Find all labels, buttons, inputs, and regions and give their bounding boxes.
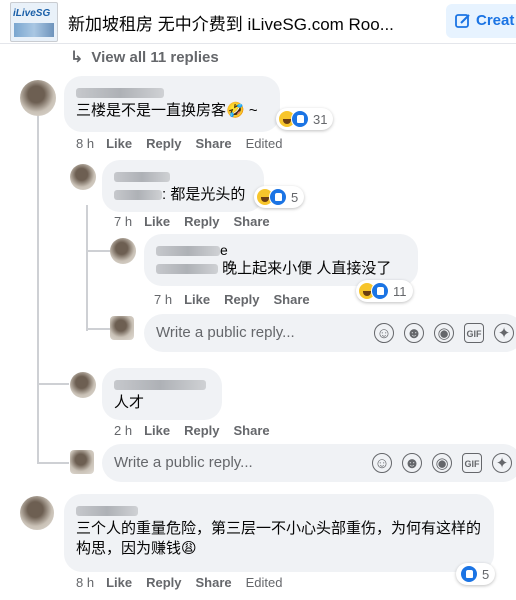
like-reaction-icon — [371, 282, 389, 300]
like-reaction-icon — [291, 110, 309, 128]
reaction-summary[interactable]: 11 — [356, 280, 413, 302]
sticker-icon[interactable]: ☺ — [372, 453, 392, 473]
comment-text: 三个人的重量危险，第三层一不小心头部重伤，为何有这样的构思，因为赚钱😩 — [76, 520, 482, 557]
comment-bubble: 三楼是不是一直换房客🤣 ~ — [64, 76, 280, 132]
reply-button[interactable]: Reply — [146, 575, 181, 590]
avatar-sticker-icon[interactable]: ✦ — [494, 323, 514, 343]
comment-text: : 都是光头的 — [114, 185, 252, 205]
comment-bubble: : 都是光头的 — [102, 160, 264, 212]
composer-icons: ☺ ☻ ◉ GIF ✦ — [374, 323, 514, 343]
comment-time[interactable]: 2 h — [114, 423, 132, 438]
reply-input[interactable]: Write a public reply... ☺ ☻ ◉ GIF ✦ — [144, 314, 516, 352]
thread-line — [86, 328, 110, 330]
group-header: iLiveSG 新加坡租房 无中介费到 iLiveSG.com Roo... C… — [0, 0, 516, 44]
thread-line — [37, 462, 69, 464]
view-all-label: View all 11 replies — [91, 49, 219, 66]
comment-body: 晚上起来小便 人直接没了 — [222, 260, 392, 277]
like-button[interactable]: Like — [144, 423, 170, 438]
comment-actions: 7 h Like Reply Share — [114, 214, 284, 229]
comment-actions: 7 h Like Reply Share — [154, 292, 324, 307]
create-post-button[interactable]: Creat — [446, 4, 516, 38]
avatar[interactable] — [20, 496, 54, 530]
like-button[interactable]: Like — [106, 136, 132, 151]
edited-label: Edited — [245, 575, 283, 590]
emoji-icon[interactable]: ☻ — [404, 323, 424, 343]
comment-actions: 2 h Like Reply Share — [114, 423, 284, 438]
mentioned-name[interactable] — [114, 190, 162, 201]
current-user-avatar — [70, 450, 94, 474]
like-reaction-icon — [269, 188, 287, 206]
comment-actions: 8 h Like Reply Share Edited — [76, 136, 297, 151]
like-button[interactable]: Like — [184, 292, 210, 307]
mentioned-name[interactable] — [156, 264, 218, 275]
share-button[interactable]: Share — [234, 214, 270, 229]
group-logo[interactable]: iLiveSG — [10, 2, 58, 42]
thread-line — [37, 112, 39, 464]
comment-bubble: 人才 — [102, 368, 222, 420]
thread-line — [86, 250, 110, 252]
group-title[interactable]: 新加坡租房 无中介费到 iLiveSG.com Roo... — [68, 10, 438, 35]
composer-icons: ☺ ☻ ◉ GIF ✦ — [372, 453, 512, 473]
reply-button[interactable]: Reply — [184, 423, 219, 438]
comment-text: 三楼是不是一直换房客🤣 ~ — [76, 102, 258, 119]
reply-input-placeholder: Write a public reply... — [156, 324, 295, 341]
reaction-count: 11 — [393, 283, 407, 299]
commenter-name-tail: e — [220, 242, 228, 258]
reply-input[interactable]: Write a public reply... ☺ ☻ ◉ GIF ✦ — [102, 444, 516, 482]
emoji-icon[interactable]: ☻ — [402, 453, 422, 473]
reaction-count: 5 — [482, 566, 490, 582]
comment-time[interactable]: 7 h — [114, 214, 132, 229]
like-button[interactable]: Like — [106, 575, 132, 590]
reaction-summary[interactable]: 31 — [276, 108, 334, 130]
comment-bubble: e 晚上起来小便 人直接没了 — [144, 234, 418, 286]
create-post-label: Creat — [476, 12, 515, 29]
group-logo-image — [14, 23, 54, 37]
comment-body: : 都是光头的 — [162, 186, 246, 203]
thread-line — [86, 205, 88, 331]
reply-button[interactable]: Reply — [146, 136, 181, 151]
thread-line — [37, 383, 69, 385]
view-all-replies-link[interactable]: ↳ View all 11 replies — [70, 47, 219, 67]
share-button[interactable]: Share — [196, 575, 232, 590]
reaction-count: 5 — [291, 189, 299, 205]
avatar[interactable] — [70, 372, 96, 398]
reply-button[interactable]: Reply — [184, 214, 219, 229]
reply-button[interactable]: Reply — [224, 292, 259, 307]
avatar[interactable] — [70, 164, 96, 190]
share-button[interactable]: Share — [196, 136, 232, 151]
reaction-summary[interactable]: 5 — [254, 186, 305, 208]
commenter-name[interactable] — [114, 376, 210, 393]
group-logo-text: iLiveSG — [13, 8, 51, 19]
edit-icon — [455, 14, 470, 28]
gif-icon[interactable]: GIF — [464, 323, 484, 343]
comment-text: 人才 — [114, 394, 145, 411]
reaction-count: 31 — [313, 111, 328, 127]
comment-bubble: 三个人的重量危险，第三层一不小心头部重伤，为何有这样的构思，因为赚钱😩 — [64, 494, 494, 572]
like-reaction-icon — [460, 565, 478, 583]
reaction-summary[interactable]: 5 — [456, 563, 496, 585]
avatar[interactable] — [20, 80, 56, 116]
camera-icon[interactable]: ◉ — [432, 453, 452, 473]
gif-icon[interactable]: GIF — [462, 453, 482, 473]
share-button[interactable]: Share — [274, 292, 310, 307]
commenter-name[interactable]: e — [156, 242, 406, 259]
share-button[interactable]: Share — [234, 423, 270, 438]
comment-actions: 8 h Like Reply Share Edited — [76, 575, 297, 590]
like-button[interactable]: Like — [144, 214, 170, 229]
reply-arrow-icon: ↳ — [70, 49, 84, 66]
sticker-icon[interactable]: ☺ — [374, 323, 394, 343]
current-user-avatar — [110, 316, 134, 340]
commenter-name[interactable] — [114, 168, 252, 185]
avatar[interactable] — [110, 238, 136, 264]
commenter-name[interactable] — [76, 84, 268, 101]
edited-label: Edited — [245, 136, 283, 151]
reply-input-placeholder: Write a public reply... — [114, 454, 253, 471]
commenter-name[interactable] — [76, 502, 482, 519]
comment-text: 晚上起来小便 人直接没了 — [156, 259, 406, 279]
camera-icon[interactable]: ◉ — [434, 323, 454, 343]
comment-time[interactable]: 8 h — [76, 575, 94, 590]
avatar-sticker-icon[interactable]: ✦ — [492, 453, 512, 473]
comment-time[interactable]: 7 h — [154, 292, 172, 307]
comment-time[interactable]: 8 h — [76, 136, 94, 151]
